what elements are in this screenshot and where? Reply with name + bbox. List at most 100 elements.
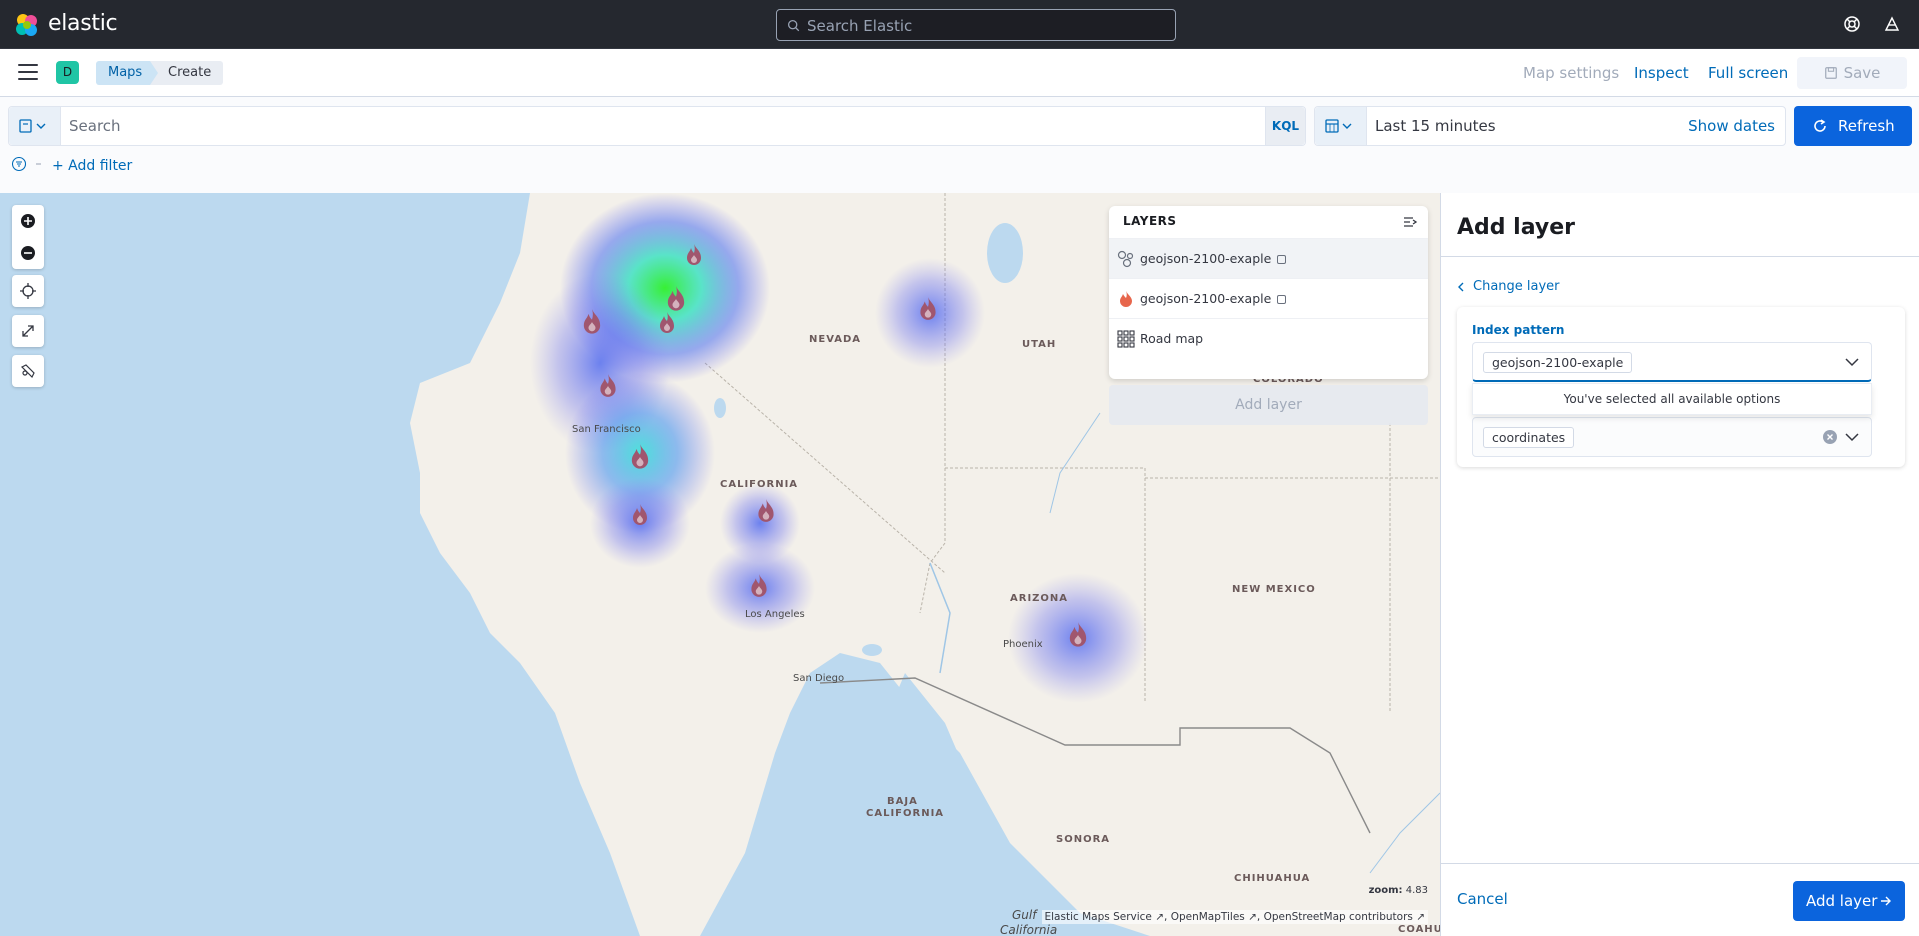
save-icon bbox=[1824, 67, 1837, 79]
clear-icon[interactable] bbox=[1823, 430, 1837, 444]
layer-label: Road map bbox=[1140, 331, 1204, 346]
search-icon bbox=[787, 19, 800, 32]
refresh-label: Refresh bbox=[1838, 117, 1895, 135]
zoom-in-button[interactable] bbox=[12, 205, 44, 237]
label-sonora: SONORA bbox=[1056, 834, 1111, 845]
add-layer-panel-button: Add layer bbox=[1109, 385, 1428, 425]
expand-icon bbox=[22, 325, 34, 337]
flyout-title: Add layer bbox=[1457, 215, 1576, 240]
chevron-left-icon bbox=[1458, 282, 1464, 291]
fire-icon bbox=[1120, 291, 1132, 307]
zoom-label: zoom: bbox=[1368, 885, 1403, 896]
add-filter-button[interactable]: + Add filter bbox=[52, 158, 132, 174]
index-pattern-pill[interactable]: geojson-2100-exaple bbox=[1483, 352, 1633, 373]
attrib-osm[interactable]: OpenStreetMap contributors bbox=[1264, 911, 1413, 923]
zoom-controls bbox=[12, 205, 44, 269]
add-layer-flyout: Add layer Change layer Index pattern geo… bbox=[1440, 193, 1919, 936]
chevron-down-icon[interactable] bbox=[1845, 432, 1859, 442]
add-layer-submit-button[interactable]: Add layer bbox=[1793, 881, 1905, 921]
layer-item[interactable]: Road map bbox=[1109, 318, 1428, 358]
quick-select-button[interactable] bbox=[1315, 107, 1367, 145]
label-los-angeles: Los Angeles bbox=[745, 609, 805, 620]
space-avatar[interactable]: D bbox=[56, 61, 79, 84]
refresh-button[interactable]: Refresh bbox=[1794, 106, 1912, 146]
label-san-diego: San Diego bbox=[793, 673, 845, 684]
label-gulf-california: California bbox=[1000, 923, 1058, 936]
attrib-ems[interactable]: Elastic Maps Service bbox=[1045, 911, 1152, 923]
flyout-footer: Cancel Add layer bbox=[1441, 863, 1919, 936]
saved-query-button[interactable] bbox=[9, 107, 61, 145]
query-language-button[interactable]: KQL bbox=[1265, 107, 1305, 145]
label-baja: BAJA bbox=[887, 796, 918, 807]
collapse-layers-icon[interactable] bbox=[1402, 214, 1418, 230]
menu-toggle-button[interactable] bbox=[18, 64, 38, 80]
layer-item[interactable]: geojson-2100-exaple bbox=[1109, 278, 1428, 318]
label-california: CALIFORNIA bbox=[720, 479, 799, 490]
zoom-value: 4.83 bbox=[1405, 885, 1428, 896]
source-settings-panel: Index pattern geojson-2100-exaple coordi… bbox=[1457, 307, 1905, 467]
save-label: Save bbox=[1843, 64, 1881, 82]
map-attribution: Elastic Maps Service ↗, OpenMapTiles ↗, … bbox=[1041, 910, 1428, 924]
zoom-out-button[interactable] bbox=[12, 237, 44, 269]
label-phoenix: Phoenix bbox=[1003, 639, 1043, 650]
show-dates-button[interactable]: Show dates bbox=[1688, 117, 1775, 135]
newsfeed-icon[interactable] bbox=[1882, 14, 1902, 34]
zoom-readout: zoom: 4.83 bbox=[1369, 885, 1428, 896]
inspect-button[interactable]: Inspect bbox=[1634, 64, 1689, 82]
layers-title: LAYERS bbox=[1123, 214, 1177, 228]
calendar-icon bbox=[1325, 119, 1352, 133]
visibility-checkbox-icon[interactable] bbox=[1277, 295, 1287, 304]
brand-name: elastic bbox=[48, 11, 118, 36]
attrib-openmaptiles[interactable]: OpenMapTiles bbox=[1171, 911, 1245, 923]
saved-query-icon bbox=[19, 119, 46, 133]
label-gulf: Gulf bbox=[1012, 908, 1037, 922]
map-settings-button[interactable]: Map settings bbox=[1523, 64, 1619, 82]
query-bar: Search KQL Last 15 minutes Show dates Re… bbox=[0, 97, 1919, 193]
layer-item[interactable]: geojson-2100-exaple bbox=[1109, 238, 1428, 278]
label-chihuahua: CHIHUAHUA bbox=[1234, 873, 1311, 884]
full-screen-button[interactable]: Full screen bbox=[1708, 64, 1788, 82]
query-input[interactable]: Search KQL bbox=[8, 106, 1306, 146]
global-search-placeholder: Search Elastic bbox=[807, 17, 913, 35]
layer-label: geojson-2100-exaple bbox=[1140, 251, 1287, 266]
fit-to-data-button[interactable] bbox=[12, 315, 44, 347]
arrow-right-icon bbox=[1881, 896, 1891, 906]
time-range-value[interactable]: Last 15 minutes bbox=[1375, 117, 1496, 135]
cancel-button[interactable]: Cancel bbox=[1457, 890, 1508, 908]
label-coahuila: COAHU bbox=[1398, 924, 1440, 935]
save-button[interactable]: Save bbox=[1797, 57, 1907, 89]
label-arizona: ARIZONA bbox=[1010, 593, 1069, 604]
visibility-checkbox-icon[interactable] bbox=[1277, 255, 1287, 264]
label-baja-california: CALIFORNIA bbox=[866, 808, 945, 819]
query-placeholder: Search bbox=[69, 117, 121, 135]
geo-field-pill[interactable]: coordinates bbox=[1483, 427, 1575, 448]
crosshairs-icon bbox=[20, 283, 36, 299]
index-pattern-combobox[interactable]: geojson-2100-exaple bbox=[1472, 342, 1872, 382]
label-nevada: NEVADA bbox=[809, 334, 862, 345]
label-san-francisco: San Francisco bbox=[572, 424, 641, 435]
breadcrumb-create: Create bbox=[150, 61, 224, 85]
geo-field-combobox[interactable]: coordinates bbox=[1472, 417, 1872, 457]
breadcrumb-maps[interactable]: Maps bbox=[96, 61, 162, 85]
add-layer-submit-label: Add layer bbox=[1806, 892, 1878, 910]
label-new-mexico: NEW MEXICO bbox=[1232, 584, 1316, 595]
change-layer-button[interactable]: Change layer bbox=[1457, 279, 1560, 294]
zoom-out-icon bbox=[21, 246, 35, 260]
filter-options-icon[interactable] bbox=[12, 157, 42, 173]
grid-icon bbox=[1117, 330, 1135, 348]
set-view-button[interactable] bbox=[12, 275, 44, 307]
global-header: elastic Search Elastic bbox=[0, 0, 1919, 49]
layer-label: geojson-2100-exaple bbox=[1140, 291, 1287, 306]
zoom-in-icon bbox=[21, 214, 35, 228]
draw-tools-button[interactable] bbox=[12, 355, 44, 387]
layer-control-panel: LAYERS geojson-2100-exaple geojson-2100-… bbox=[1109, 206, 1428, 379]
elastic-logo-icon[interactable] bbox=[14, 12, 40, 38]
refresh-icon bbox=[1814, 119, 1826, 132]
global-search-input[interactable]: Search Elastic bbox=[776, 9, 1176, 41]
date-picker[interactable]: Last 15 minutes Show dates bbox=[1314, 106, 1786, 146]
help-icon[interactable] bbox=[1842, 14, 1862, 34]
breadcrumb-bar: D Maps Create Map settings Inspect Full … bbox=[0, 49, 1919, 97]
chevron-down-icon[interactable] bbox=[1845, 357, 1859, 367]
cluster-icon bbox=[1117, 250, 1134, 268]
draw-tools-icon bbox=[20, 364, 35, 379]
